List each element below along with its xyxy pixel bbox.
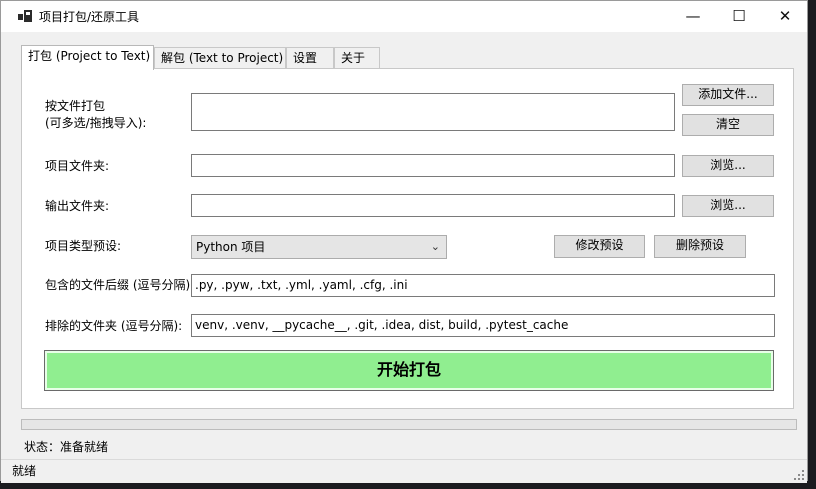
app-window: 项目打包/还原工具 — ☐ ✕ 打包 (Project to Text) 解包 … — [0, 0, 808, 483]
tab-pack[interactable]: 打包 (Project to Text) — [21, 45, 154, 70]
delete-preset-button[interactable]: 删除预设 — [654, 235, 746, 258]
close-button[interactable]: ✕ — [762, 1, 808, 32]
include-extensions-input[interactable]: .py, .pyw, .txt, .yml, .yaml, .cfg, .ini — [191, 274, 775, 297]
edit-preset-button[interactable]: 修改预设 — [554, 235, 645, 258]
tab-unpack[interactable]: 解包 (Text to Project) — [154, 47, 286, 68]
clear-files-button[interactable]: 清空 — [682, 114, 774, 136]
project-folder-label: 项目文件夹: — [45, 159, 110, 173]
pack-panel: 按文件打包 (可多选/拖拽导入): 添加文件... 清空 项目文件夹: 浏览..… — [21, 68, 794, 409]
output-folder-input[interactable] — [191, 194, 675, 217]
tab-settings[interactable]: 设置 — [286, 47, 334, 68]
window-title: 项目打包/还原工具 — [39, 10, 140, 24]
tab-about[interactable]: 关于 — [334, 47, 380, 68]
files-label-line2: (可多选/拖拽导入): — [45, 116, 147, 130]
maximize-button[interactable]: ☐ — [716, 1, 762, 32]
output-folder-browse-button[interactable]: 浏览... — [682, 195, 774, 217]
status-bar: 就绪 — [1, 459, 807, 483]
minimize-button[interactable]: — — [670, 1, 716, 32]
add-files-button[interactable]: 添加文件... — [682, 84, 774, 106]
preset-selected-value: Python 项目 — [196, 240, 266, 254]
resize-grip-icon[interactable] — [794, 470, 804, 480]
include-extensions-label: 包含的文件后缀 (逗号分隔) — [45, 278, 191, 292]
project-folder-browse-button[interactable]: 浏览... — [682, 155, 774, 177]
files-label: 按文件打包 (可多选/拖拽导入): — [45, 98, 146, 132]
preset-select[interactable]: Python 项目 ⌄ — [191, 235, 447, 259]
status-bar-text: 就绪 — [12, 464, 37, 478]
output-folder-label: 输出文件夹: — [45, 199, 110, 213]
preset-label: 项目类型预设: — [45, 239, 122, 253]
start-pack-button[interactable]: 开始打包 — [44, 350, 774, 391]
exclude-folders-label: 排除的文件夹 (逗号分隔): — [45, 319, 183, 333]
project-folder-input[interactable] — [191, 154, 675, 177]
files-list-box[interactable] — [191, 93, 675, 131]
progress-bar — [21, 419, 797, 430]
title-bar[interactable]: 项目打包/还原工具 — ☐ ✕ — [1, 1, 807, 32]
app-window-icon — [18, 10, 32, 22]
files-label-line1: 按文件打包 — [45, 99, 106, 113]
status-text: 状态：准备就绪 — [24, 440, 109, 454]
chevron-down-icon: ⌄ — [430, 240, 440, 253]
exclude-folders-input[interactable]: venv, .venv, __pycache__, .git, .idea, d… — [191, 314, 775, 337]
